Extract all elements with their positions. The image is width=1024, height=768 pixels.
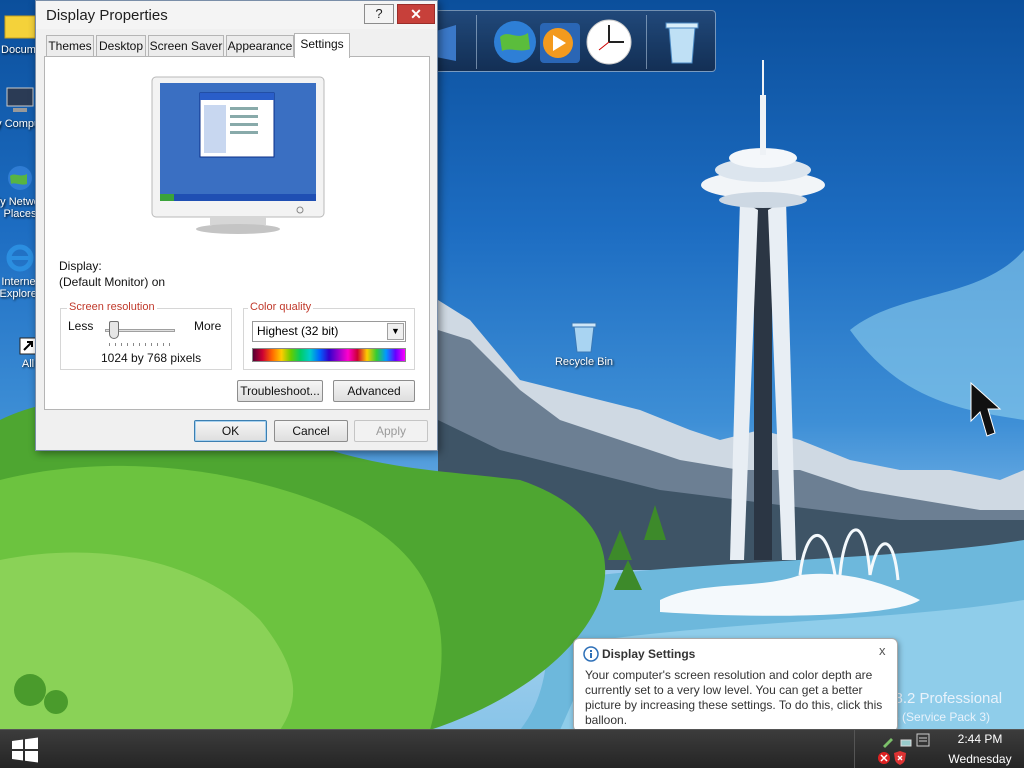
- folder-icon: [436, 25, 456, 61]
- title-bar[interactable]: Display Properties ? ✕: [36, 1, 437, 29]
- resolution-slider-thumb[interactable]: [109, 321, 119, 339]
- color-quality-select[interactable]: Highest (32 bit) ▼: [252, 321, 406, 342]
- desktop-icon-label: All: [21, 358, 35, 370]
- dock-item-folder[interactable]: [434, 17, 464, 67]
- color-quality-selected: Highest (32 bit): [257, 324, 339, 338]
- balloon-title: Display Settings: [602, 647, 696, 661]
- globe-icon: [494, 21, 536, 63]
- clock-day[interactable]: Wednesday: [935, 752, 1024, 766]
- troubleshoot-button[interactable]: Troubleshoot...: [237, 380, 323, 402]
- start-button-windows-logo-icon[interactable]: [10, 736, 40, 764]
- media-player-icon: [540, 23, 580, 63]
- network-icon[interactable]: [899, 734, 913, 748]
- desktop-icon-recycle-bin[interactable]: Recycle Bin: [544, 320, 624, 368]
- tab-screen-saver[interactable]: Screen Saver: [148, 35, 224, 57]
- error-icon[interactable]: [877, 751, 891, 765]
- settings-panel: Display: (Default Monitor) on Screen res…: [44, 56, 430, 410]
- color-quality-group: Color quality Highest (32 bit) ▼: [243, 301, 415, 370]
- info-icon: [583, 646, 599, 662]
- color-quality-legend: Color quality: [248, 301, 314, 313]
- tab-settings[interactable]: Settings: [294, 33, 350, 58]
- computer-icon: [6, 87, 34, 112]
- dock-item-recycle-bin[interactable]: [658, 17, 708, 67]
- balloon-message: Your computer's screen resolution and co…: [585, 668, 883, 727]
- display-value: (Default Monitor) on: [59, 275, 166, 289]
- chevron-down-icon[interactable]: ▼: [387, 323, 404, 340]
- advanced-button[interactable]: Advanced: [333, 380, 415, 402]
- dock-item-browser[interactable]: [490, 17, 540, 67]
- close-button[interactable]: ✕: [397, 4, 435, 24]
- clock-icon: [586, 19, 632, 65]
- help-button[interactable]: ?: [364, 4, 394, 24]
- security-shield-icon[interactable]: [893, 750, 907, 766]
- window-title: Display Properties: [46, 7, 168, 24]
- resolution-value: 1024 by 768 pixels: [101, 351, 202, 365]
- tab-themes[interactable]: Themes: [46, 35, 94, 57]
- desktop-icon-label: Recycle Bin: [554, 356, 614, 368]
- top-dock: [433, 10, 716, 72]
- slider-more-label: More: [194, 319, 222, 333]
- dock-item-media-player[interactable]: [536, 17, 586, 67]
- internet-explorer-icon: [6, 244, 34, 272]
- recycle-bin-icon: [571, 322, 597, 353]
- tab-desktop[interactable]: Desktop: [96, 35, 146, 57]
- folder-icon: [4, 15, 36, 39]
- slider-less-label: Less: [68, 319, 94, 333]
- taskbar: 2:44 PM Wednesday: [0, 729, 1024, 768]
- display-label: Display:: [59, 259, 102, 273]
- dock-item-clock[interactable]: [584, 17, 634, 67]
- display-properties-dialog: Display Properties ? ✕ Themes Desktop Sc…: [35, 0, 438, 451]
- apply-button[interactable]: Apply: [354, 420, 428, 442]
- system-tray: 2:44 PM Wednesday: [854, 730, 1024, 768]
- tab-appearance[interactable]: Appearance: [226, 35, 294, 57]
- color-spectrum-bar: [252, 348, 406, 362]
- network-globe-icon: [8, 166, 32, 190]
- cancel-button[interactable]: Cancel: [274, 420, 348, 442]
- balloon-close-button[interactable]: x: [879, 643, 886, 658]
- clock-time[interactable]: 2:44 PM: [945, 732, 1015, 746]
- recycle-bin-icon: [665, 22, 699, 64]
- pen-tool-icon[interactable]: [881, 734, 895, 748]
- screen-resolution-legend: Screen resolution: [67, 301, 157, 313]
- screen-resolution-group: Screen resolution Less More 1024 by 768 …: [60, 301, 232, 370]
- ok-button[interactable]: OK: [194, 420, 267, 442]
- monitor-preview-icon: [151, 76, 325, 234]
- action-center-icon[interactable]: [915, 732, 931, 748]
- display-settings-balloon[interactable]: Display Settings x Your computer's scree…: [573, 638, 898, 741]
